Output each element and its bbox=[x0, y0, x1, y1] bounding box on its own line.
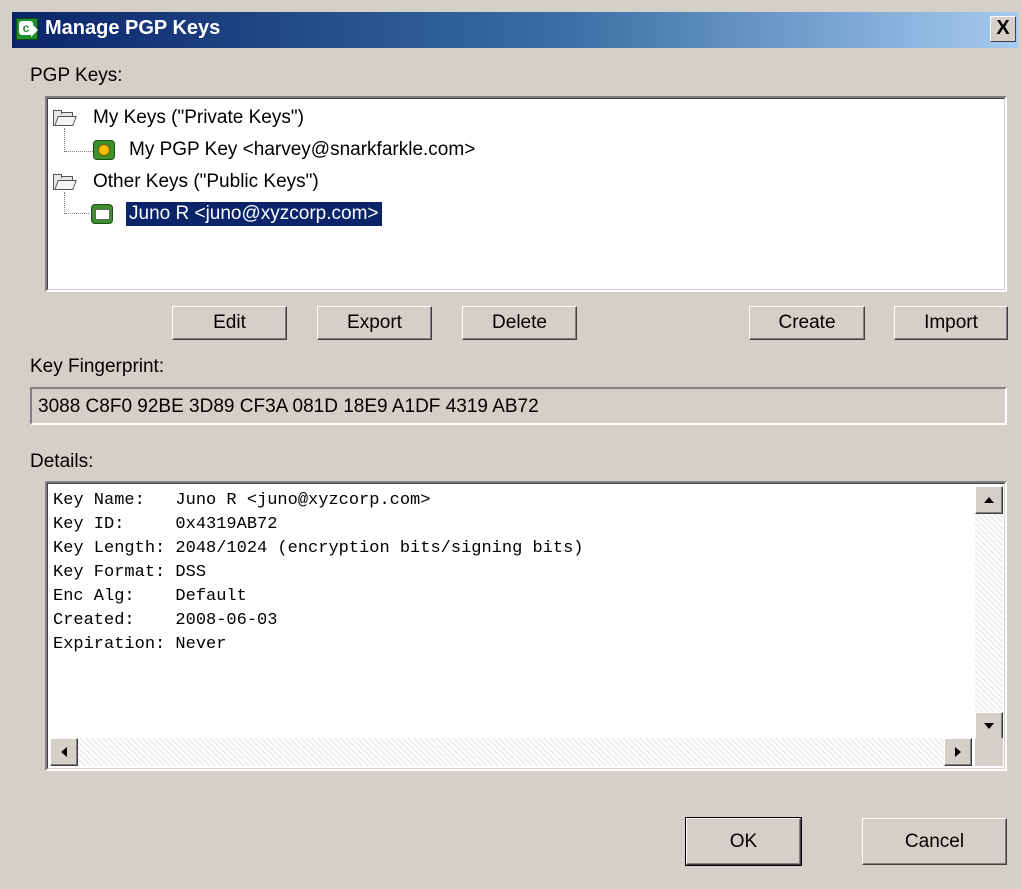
import-button[interactable]: Import bbox=[894, 306, 1008, 340]
title-bar: c Manage PGP Keys X bbox=[12, 12, 1018, 48]
key-fingerprint-label: Key Fingerprint: bbox=[30, 356, 165, 377]
ok-button[interactable]: OK bbox=[685, 817, 802, 866]
detail-created: Created: 2008-06-03 bbox=[53, 611, 278, 630]
detail-expiration: Expiration: Never bbox=[53, 635, 227, 654]
arrow-left-icon bbox=[61, 747, 67, 757]
window-title: Manage PGP Keys bbox=[45, 17, 221, 39]
app-icon: c bbox=[16, 18, 38, 40]
arrow-up-icon bbox=[984, 497, 994, 503]
tree-item-label: Other Keys ("Public Keys") bbox=[93, 171, 319, 192]
tree-item-label-selected: Juno R <juno@xyzcorp.com> bbox=[125, 201, 383, 227]
tree-item-label: My Keys ("Private Keys") bbox=[93, 107, 304, 128]
scroll-down-button[interactable] bbox=[975, 712, 1003, 740]
tree-connector bbox=[65, 151, 93, 152]
delete-button[interactable]: Delete bbox=[462, 306, 577, 340]
vertical-scrollbar[interactable] bbox=[975, 486, 1003, 740]
detail-enc-alg: Enc Alg: Default bbox=[53, 587, 247, 606]
open-folder-icon bbox=[53, 174, 77, 190]
public-key-icon bbox=[91, 204, 113, 224]
arrow-right-icon bbox=[955, 747, 961, 757]
tree-connector bbox=[65, 213, 89, 214]
manage-pgp-keys-dialog: c Manage PGP Keys X PGP Keys: My Keys ("… bbox=[0, 0, 1021, 889]
private-key-icon bbox=[93, 140, 115, 160]
detail-key-id: Key ID: 0x4319AB72 bbox=[53, 515, 278, 534]
horizontal-scrollbar[interactable] bbox=[50, 738, 972, 766]
edit-button[interactable]: Edit bbox=[172, 306, 287, 340]
export-button[interactable]: Export bbox=[317, 306, 432, 340]
tree-connector bbox=[64, 192, 65, 214]
detail-key-name: Key Name: Juno R <juno@xyzcorp.com> bbox=[53, 491, 431, 510]
arrow-down-icon bbox=[984, 723, 994, 729]
tree-connector bbox=[64, 128, 65, 152]
scroll-up-button[interactable] bbox=[975, 486, 1003, 514]
scroll-right-button[interactable] bbox=[944, 738, 972, 766]
details-textarea[interactable]: Key Name: Juno R <juno@xyzcorp.com> Key … bbox=[45, 481, 1007, 771]
cancel-button[interactable]: Cancel bbox=[862, 818, 1007, 865]
detail-key-length: Key Length: 2048/1024 (encryption bits/s… bbox=[53, 539, 584, 558]
scrollbar-corner bbox=[975, 738, 1003, 766]
key-fingerprint-field[interactable]: 3088 C8F0 92BE 3D89 CF3A 081D 18E9 A1DF … bbox=[30, 387, 1007, 425]
key-fingerprint-value: 3088 C8F0 92BE 3D89 CF3A 081D 18E9 A1DF … bbox=[38, 396, 539, 417]
detail-key-format: Key Format: DSS bbox=[53, 563, 207, 582]
pgp-keys-tree[interactable]: My Keys ("Private Keys") My PGP Key <har… bbox=[45, 96, 1007, 292]
open-folder-icon bbox=[53, 110, 77, 126]
pgp-keys-label: PGP Keys: bbox=[30, 65, 123, 86]
tree-item-label: My PGP Key <harvey@snarkfarkle.com> bbox=[129, 139, 476, 160]
create-button[interactable]: Create bbox=[749, 306, 865, 340]
close-button[interactable]: X bbox=[990, 16, 1016, 42]
scroll-left-button[interactable] bbox=[50, 738, 78, 766]
details-label: Details: bbox=[30, 451, 94, 472]
